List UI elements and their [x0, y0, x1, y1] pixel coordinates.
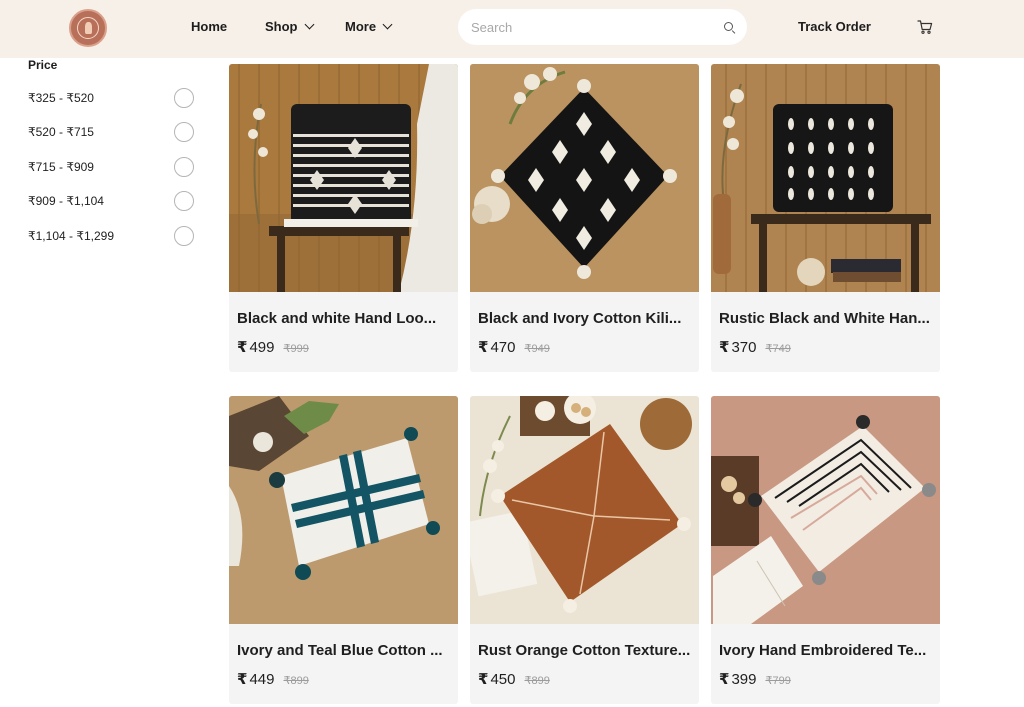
original-price: ₹899 — [283, 675, 309, 687]
price-option-2[interactable]: ₹520 - ₹715 — [28, 122, 194, 142]
nav-home-link[interactable]: Home — [191, 19, 227, 34]
original-price: ₹749 — [765, 343, 791, 355]
original-price: ₹899 — [524, 675, 550, 687]
sale-price-value: 449 — [249, 671, 275, 688]
price-option-label: ₹325 - ₹520 — [28, 91, 94, 105]
product-prices: ₹449 ₹899 — [237, 670, 309, 688]
product-prices: ₹499 ₹999 — [237, 338, 309, 356]
sale-price: ₹450 — [478, 670, 515, 688]
site-header: Home Shop More Track Order — [0, 0, 1024, 58]
radio-button[interactable] — [174, 88, 194, 108]
product-prices: ₹450 ₹899 — [478, 670, 550, 688]
product-image[interactable] — [229, 64, 458, 292]
price-option-3[interactable]: ₹715 - ₹909 — [28, 157, 194, 177]
currency-symbol: ₹ — [478, 671, 489, 688]
sale-price-value: 450 — [490, 671, 516, 688]
radio-button[interactable] — [174, 157, 194, 177]
currency-symbol: ₹ — [719, 339, 730, 356]
nav-more-menu[interactable]: More — [345, 19, 393, 34]
radio-button[interactable] — [174, 122, 194, 142]
price-option-label: ₹909 - ₹1,104 — [28, 194, 104, 208]
product-title[interactable]: Ivory Hand Embroidered Te... — [719, 642, 932, 659]
product-card[interactable]: Black and white Hand Loo... ₹499 ₹999 — [229, 64, 458, 372]
price-filter-title: Price — [28, 58, 58, 72]
track-order-link[interactable]: Track Order — [798, 19, 871, 34]
nav-more-label: More — [345, 19, 377, 34]
original-price: ₹799 — [765, 675, 791, 687]
currency-symbol: ₹ — [719, 671, 730, 688]
search-input[interactable] — [471, 19, 711, 35]
sale-price: ₹399 — [719, 670, 756, 688]
radio-button[interactable] — [174, 191, 194, 211]
sale-price: ₹449 — [237, 670, 274, 688]
price-option-1[interactable]: ₹325 - ₹520 — [28, 88, 194, 108]
price-option-5[interactable]: ₹1,104 - ₹1,299 — [28, 226, 194, 246]
radio-button[interactable] — [174, 226, 194, 246]
nav-home-label: Home — [191, 19, 228, 34]
product-card[interactable]: Rustic Black and White Han... ₹370 ₹749 — [711, 64, 940, 372]
price-option-4[interactable]: ₹909 - ₹1,104 — [28, 191, 194, 211]
product-title[interactable]: Rust Orange Cotton Texture... — [478, 642, 691, 659]
product-image[interactable] — [229, 396, 458, 624]
nav-shop-menu[interactable]: Shop — [265, 19, 314, 34]
original-price: ₹999 — [283, 343, 309, 355]
product-title[interactable]: Black and Ivory Cotton Kili... — [478, 310, 691, 327]
cart-icon[interactable] — [917, 19, 933, 35]
chevron-down-icon — [382, 19, 393, 30]
price-option-label: ₹1,104 - ₹1,299 — [28, 229, 114, 243]
product-image[interactable] — [711, 396, 940, 624]
product-prices: ₹370 ₹749 — [719, 338, 791, 356]
logo-emblem-icon — [77, 17, 99, 39]
product-image[interactable] — [470, 64, 699, 292]
sale-price-value: 399 — [731, 671, 757, 688]
sale-price-value: 370 — [731, 339, 757, 356]
product-title[interactable]: Black and white Hand Loo... — [237, 310, 450, 327]
product-card[interactable]: Ivory Hand Embroidered Te... ₹399 ₹799 — [711, 396, 940, 704]
sale-price: ₹499 — [237, 338, 274, 356]
product-image[interactable] — [470, 396, 699, 624]
product-image[interactable] — [711, 64, 940, 292]
product-prices: ₹399 ₹799 — [719, 670, 791, 688]
original-price: ₹949 — [524, 343, 550, 355]
currency-symbol: ₹ — [237, 339, 248, 356]
product-prices: ₹470 ₹949 — [478, 338, 550, 356]
sale-price: ₹470 — [478, 338, 515, 356]
currency-symbol: ₹ — [478, 339, 489, 356]
product-title[interactable]: Rustic Black and White Han... — [719, 310, 932, 327]
chevron-down-icon — [304, 19, 314, 30]
price-option-label: ₹520 - ₹715 — [28, 125, 94, 139]
product-card[interactable]: Ivory and Teal Blue Cotton ... ₹449 ₹899 — [229, 396, 458, 704]
price-option-label: ₹715 - ₹909 — [28, 160, 94, 174]
sale-price-value: 499 — [249, 339, 275, 356]
brand-logo[interactable] — [69, 9, 107, 47]
currency-symbol: ₹ — [237, 671, 248, 688]
sale-price-value: 470 — [490, 339, 516, 356]
product-title[interactable]: Ivory and Teal Blue Cotton ... — [237, 642, 450, 659]
search-icon[interactable] — [724, 22, 733, 31]
nav-shop-label: Shop — [265, 19, 298, 34]
product-card[interactable]: Rust Orange Cotton Texture... ₹450 ₹899 — [470, 396, 699, 704]
product-card[interactable]: Black and Ivory Cotton Kili... ₹470 ₹949 — [470, 64, 699, 372]
search-box — [458, 9, 747, 45]
sale-price: ₹370 — [719, 338, 756, 356]
